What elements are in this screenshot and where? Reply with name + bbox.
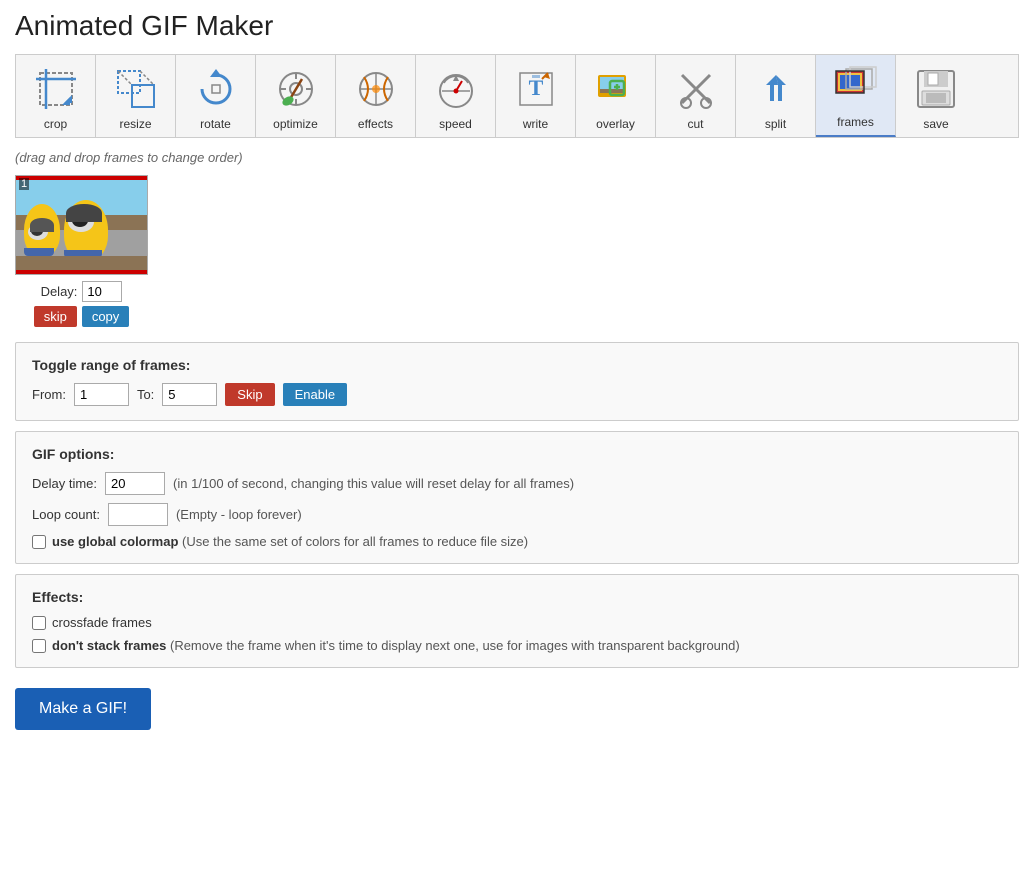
gif-options-section: GIF options: Delay time: (in 1/100 of se…: [15, 431, 1019, 564]
delay-row: Delay time: (in 1/100 of second, changin…: [32, 472, 1002, 495]
rotate-icon: [192, 65, 240, 113]
toggle-range-row: From: To: Skip Enable: [32, 383, 1002, 406]
frame-item-1: 1 Delay: skip copy: [15, 175, 148, 327]
from-input[interactable]: [74, 383, 129, 406]
write-icon: T: [512, 65, 560, 113]
toolbar-item-cut[interactable]: cut: [656, 55, 736, 137]
colormap-checkbox[interactable]: [32, 535, 46, 549]
frames-icon: [832, 63, 880, 111]
frame-controls: Delay:: [41, 281, 123, 302]
delay-label: Delay:: [41, 284, 78, 299]
toolbar-item-optimize[interactable]: optimize: [256, 55, 336, 137]
toolbar-item-speed[interactable]: speed: [416, 55, 496, 137]
toolbar-label-cut: cut: [687, 117, 703, 131]
svg-text:T: T: [528, 75, 543, 100]
toggle-range-title: Toggle range of frames:: [32, 357, 1002, 373]
cut-icon: [672, 65, 720, 113]
delay-time-input[interactable]: [105, 472, 165, 495]
overlay-icon: [592, 65, 640, 113]
loop-label: Loop count:: [32, 507, 100, 522]
toolbar-item-crop[interactable]: crop: [16, 55, 96, 137]
no-stack-label: don't stack frames (Remove the frame whe…: [52, 638, 740, 653]
toolbar-item-write[interactable]: T write: [496, 55, 576, 137]
optimize-icon: [272, 65, 320, 113]
no-stack-row: don't stack frames (Remove the frame whe…: [32, 638, 1002, 653]
make-gif-button[interactable]: Make a GIF!: [15, 688, 151, 730]
effects-title: Effects:: [32, 589, 1002, 605]
resize-icon: [112, 65, 160, 113]
toggle-range-section: Toggle range of frames: From: To: Skip E…: [15, 342, 1019, 421]
toolbar-label-optimize: optimize: [273, 117, 318, 131]
toolbar-item-save[interactable]: save: [896, 55, 976, 137]
copy-button[interactable]: copy: [82, 306, 129, 327]
toolbar-label-crop: crop: [44, 117, 67, 131]
toolbar-item-effects[interactable]: effects: [336, 55, 416, 137]
crossfade-checkbox[interactable]: [32, 616, 46, 630]
toolbar-item-overlay[interactable]: overlay: [576, 55, 656, 137]
drag-hint: (drag and drop frames to change order): [15, 150, 1019, 165]
frames-area: 1 Delay: skip copy: [15, 175, 1019, 327]
toolbar: crop resize rotate: [15, 54, 1019, 138]
no-stack-checkbox[interactable]: [32, 639, 46, 653]
loop-hint: (Empty - loop forever): [176, 507, 302, 522]
enable-button[interactable]: Enable: [283, 383, 347, 406]
toolbar-label-save: save: [923, 117, 948, 131]
toolbar-item-split[interactable]: split: [736, 55, 816, 137]
gif-options-title: GIF options:: [32, 446, 1002, 462]
skip-range-button[interactable]: Skip: [225, 383, 274, 406]
toolbar-item-rotate[interactable]: rotate: [176, 55, 256, 137]
toolbar-label-effects: effects: [358, 117, 393, 131]
toolbar-label-split: split: [765, 117, 786, 131]
delay-time-label: Delay time:: [32, 476, 97, 491]
speed-icon: [432, 65, 480, 113]
toolbar-label-resize: resize: [119, 117, 151, 131]
crop-icon: [32, 65, 80, 113]
page-title: Animated GIF Maker: [15, 10, 1019, 42]
from-label: From:: [32, 387, 66, 402]
loop-input[interactable]: [108, 503, 168, 526]
delay-input[interactable]: [82, 281, 122, 302]
crossfade-label: crossfade frames: [52, 615, 152, 630]
toolbar-label-overlay: overlay: [596, 117, 635, 131]
loop-row: Loop count: (Empty - loop forever): [32, 503, 1002, 526]
delay-hint: (in 1/100 of second, changing this value…: [173, 476, 574, 491]
crossfade-row: crossfade frames: [32, 615, 1002, 630]
effects-section: Effects: crossfade frames don't stack fr…: [15, 574, 1019, 668]
toolbar-label-write: write: [523, 117, 548, 131]
toolbar-item-resize[interactable]: resize: [96, 55, 176, 137]
to-input[interactable]: [162, 383, 217, 406]
toolbar-label-rotate: rotate: [200, 117, 231, 131]
skip-button[interactable]: skip: [34, 306, 77, 327]
save-icon: [912, 65, 960, 113]
effects-icon: [352, 65, 400, 113]
colormap-row: use global colormap (Use the same set of…: [32, 534, 1002, 549]
colormap-label: use global colormap (Use the same set of…: [52, 534, 528, 549]
frame-number: 1: [19, 178, 29, 190]
toolbar-item-frames[interactable]: frames: [816, 55, 896, 137]
toolbar-label-speed: speed: [439, 117, 472, 131]
to-label: To:: [137, 387, 154, 402]
split-icon: [752, 65, 800, 113]
toolbar-label-frames: frames: [837, 115, 874, 129]
frame-thumbnail[interactable]: 1: [15, 175, 148, 275]
